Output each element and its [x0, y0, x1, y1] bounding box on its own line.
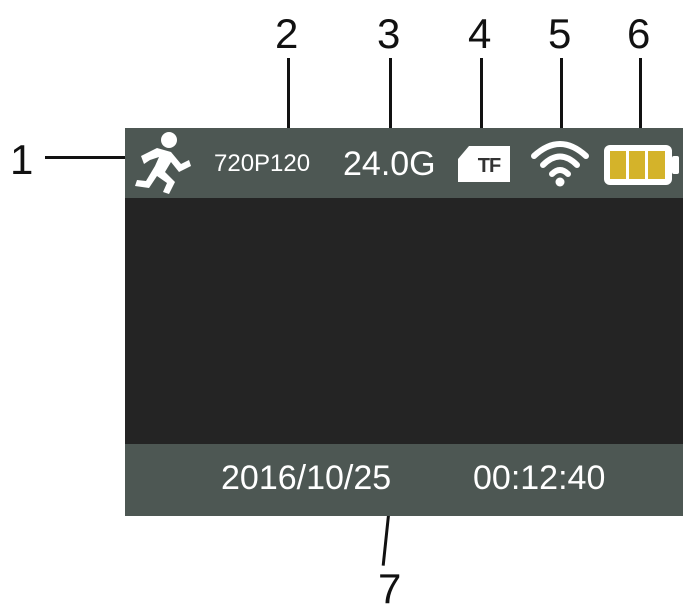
callout-2: 2 [275, 10, 299, 57]
callout-6: 6 [627, 10, 651, 57]
sd-card-label: TF [477, 155, 501, 177]
callout-7: 7 [378, 565, 402, 612]
wifi-icon [531, 141, 589, 187]
running-person-icon [135, 132, 191, 194]
leader-line-1 [45, 156, 135, 159]
date-display: 2016/10/25 [221, 459, 392, 497]
storage-capacity: 24.0G [343, 145, 436, 183]
date-time-bar: 2016/10/25 00:12:40 [125, 444, 683, 516]
callout-4: 4 [468, 10, 492, 57]
callout-3: 3 [377, 10, 401, 57]
callout-1: 1 [10, 136, 34, 183]
battery-icon [604, 145, 679, 185]
status-bar: 720P120 24.0G TF [125, 128, 683, 198]
camera-screen: 720P120 24.0G TF 2016/10/25 00:12:40 [125, 128, 683, 516]
callout-5: 5 [548, 10, 572, 57]
time-display: 00:12:40 [473, 459, 606, 497]
resolution-label: 720P120 [214, 150, 311, 177]
